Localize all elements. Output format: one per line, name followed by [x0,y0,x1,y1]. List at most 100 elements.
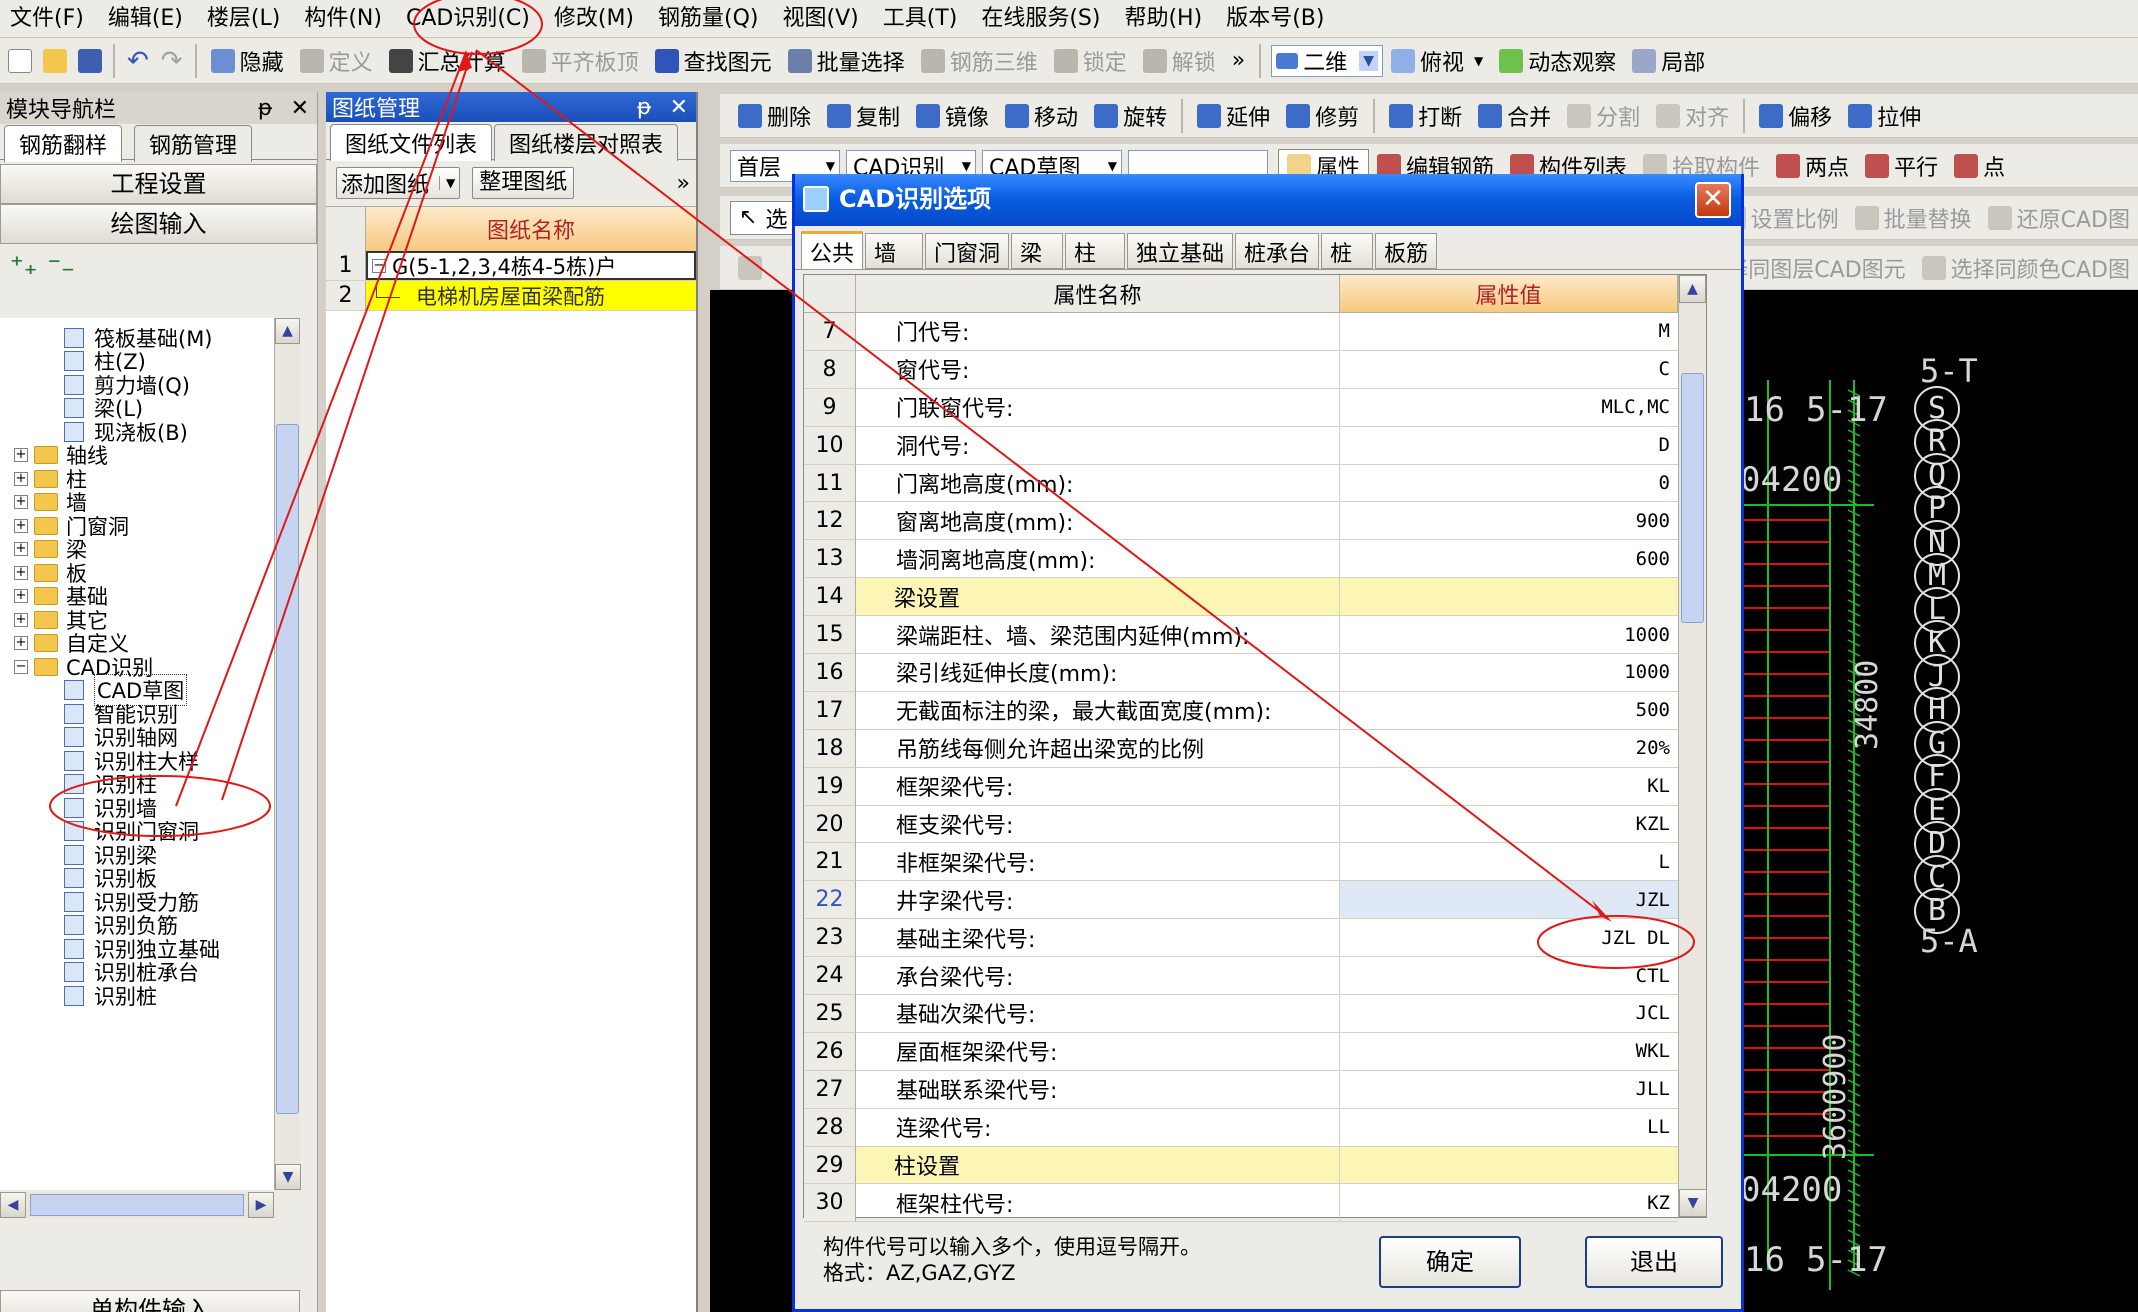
tree-folder[interactable]: + 基础 [0,585,274,609]
draw-input-button[interactable]: 绘图输入 [0,204,317,244]
toolbar-button[interactable]: 删除 [730,94,819,137]
toolbar-button[interactable]: 汇总计算 [381,38,514,83]
close-icon[interactable]: ✕ [291,96,309,121]
toolbar-button[interactable]: 镜像 [908,94,997,137]
toolbar-button[interactable]: 平行 [1857,144,1946,187]
expand-toggle[interactable]: + [14,542,28,557]
menu-item[interactable]: 文件(F) [10,0,84,38]
property-row[interactable]: 16 梁引线延伸长度(mm): 1000 [804,654,1706,692]
property-value[interactable]: 500 [1340,692,1678,730]
menu-item[interactable]: 构件(N) [304,0,382,38]
tree-folder[interactable]: + 其它 [0,608,274,633]
property-row[interactable]: 9 门联窗代号: MLC,MC [804,388,1706,427]
pin-icon[interactable]: ᵽ [637,95,652,120]
exit-button[interactable]: 退出 [1585,1236,1723,1288]
undo-icon[interactable]: ↶ [127,46,149,76]
scroll-right-button[interactable]: ▶ [248,1192,274,1218]
toolbar-button[interactable]: 批量选择 [780,38,913,83]
scroll-up-button[interactable]: ▲ [1679,275,1706,303]
property-row[interactable]: 10 洞代号: D [804,426,1706,465]
toolbar-button[interactable]: 点 [1946,144,2013,187]
open-folder-icon[interactable] [43,48,67,73]
tab-rebar-layout[interactable]: 钢筋翻样 [4,125,123,162]
scroll-thumb[interactable] [1681,373,1704,623]
menu-item[interactable]: CAD识别(C) [406,0,530,38]
pin-icon[interactable]: ᵽ [258,96,273,121]
tree-folder[interactable]: + 轴线 [0,444,274,468]
property-section-row[interactable]: 14 梁设置 [804,578,1706,617]
toolbar-button[interactable]: 定义 [292,38,381,83]
tree-folder[interactable]: + 门窗洞 [0,514,274,539]
dialog-tab[interactable]: 桩承台 [1235,233,1320,269]
dialog-tab[interactable]: 门窗洞 [925,233,1010,269]
dialog-tab[interactable]: 桩 [1321,233,1374,269]
expand-toggle[interactable]: − [14,659,28,674]
view-direction-button[interactable]: 俯视 ▼ [1383,38,1491,83]
toolbar-button[interactable]: 解锁 [1135,38,1224,83]
scroll-up-button[interactable]: ▲ [275,318,300,344]
expand-toggle[interactable]: + [14,471,28,486]
property-value[interactable]: 0 [1340,465,1678,503]
partial-view-button[interactable]: 局部 [1624,38,1713,83]
collapse-all-icon[interactable]: ⁻₋ [47,251,74,281]
toolbar-button[interactable]: 选择同颜色CAD图 [1914,246,2138,289]
save-icon[interactable] [78,48,102,73]
property-row[interactable]: 30 框架柱代号: KZ [804,1184,1706,1223]
toolbar-button[interactable]: 修剪 [1278,94,1367,137]
property-value[interactable]: JCL [1340,995,1678,1033]
property-value[interactable]: CTL [1340,957,1678,996]
tree-folder[interactable]: + 柱 [0,467,274,492]
project-settings-button[interactable]: 工程设置 [0,164,317,204]
cad-canvas[interactable]: 16 5-17 04200 04200 16 5-17 34800 360090… [1744,290,2138,1312]
menu-item[interactable]: 编辑(E) [108,0,183,38]
property-value[interactable]: KZL [1340,806,1678,844]
property-value[interactable]: JZL [1340,881,1678,920]
menu-item[interactable]: 版本号(B) [1226,0,1324,38]
menu-item[interactable]: 楼层(L) [207,0,280,38]
expand-toggle[interactable]: + [14,518,28,533]
property-row[interactable]: 23 基础主梁代号: JZL DL [804,919,1706,958]
property-row[interactable]: 27 基础联系梁代号: JLL [804,1070,1706,1109]
toolbar-button[interactable]: 锁定 [1046,38,1135,83]
property-row[interactable]: 22 井字梁代号: JZL [804,881,1706,920]
property-value[interactable]: WKL [1340,1033,1678,1071]
property-value[interactable]: L [1340,843,1678,882]
dialog-tab[interactable]: 公共 [801,231,864,269]
tab-drawing-floor-map[interactable]: 图纸楼层对照表 [494,124,679,161]
scroll-thumb[interactable] [276,424,299,1114]
dialog-tab[interactable]: 梁 [1011,233,1064,269]
toolbar-button[interactable]: 查找图元 [647,38,780,83]
property-value[interactable]: M [1340,313,1678,351]
property-row[interactable]: 24 承台梁代号: CTL [804,957,1706,996]
property-section-row[interactable]: 29 柱设置 [804,1146,1706,1185]
cad-select-icon[interactable] [738,255,762,280]
toolbar-button[interactable]: 分割 [1559,94,1648,137]
property-row[interactable]: 12 窗离地高度(mm): 900 [804,502,1706,541]
expand-toggle[interactable]: + [14,589,28,604]
property-value[interactable]: 900 [1340,502,1678,541]
tree-folder[interactable]: + 墙 [0,491,274,515]
property-value[interactable]: 1000 [1340,616,1678,655]
tree-folder[interactable]: + 板 [0,561,274,586]
toolbar-overflow-button[interactable]: » [1232,48,1245,73]
dialog-tab[interactable]: 板筋 [1375,233,1438,269]
new-file-icon[interactable] [8,48,32,73]
property-row[interactable]: 15 梁端距柱、墙、梁范围内延伸(mm): 1000 [804,616,1706,655]
property-value[interactable]: JZL DL [1340,919,1678,958]
tree-item[interactable]: 现浇板(B) [0,420,274,445]
select-button[interactable]: ↖ 选 [730,200,797,235]
cad-canvas-left[interactable] [710,290,792,1312]
toolbar-button[interactable]: 移动 [997,94,1086,137]
expand-toggle[interactable]: + [14,495,28,510]
dialog-tab[interactable]: 独立基础 [1127,233,1234,269]
property-value[interactable]: KL [1340,768,1678,806]
expand-all-icon[interactable]: ⁺₊ [10,251,37,281]
dialog-close-button[interactable]: ✕ [1695,182,1731,218]
toolbar-button[interactable]: 隐藏 [203,38,292,83]
scroll-left-button[interactable]: ◀ [0,1192,26,1218]
toolbar-button[interactable]: 打断 [1381,94,1470,137]
ok-button[interactable]: 确定 [1379,1236,1521,1288]
tree-item[interactable]: 识别桩 [0,984,274,1009]
collapse-toggle[interactable]: − [372,258,386,273]
property-value[interactable]: 600 [1340,540,1678,579]
